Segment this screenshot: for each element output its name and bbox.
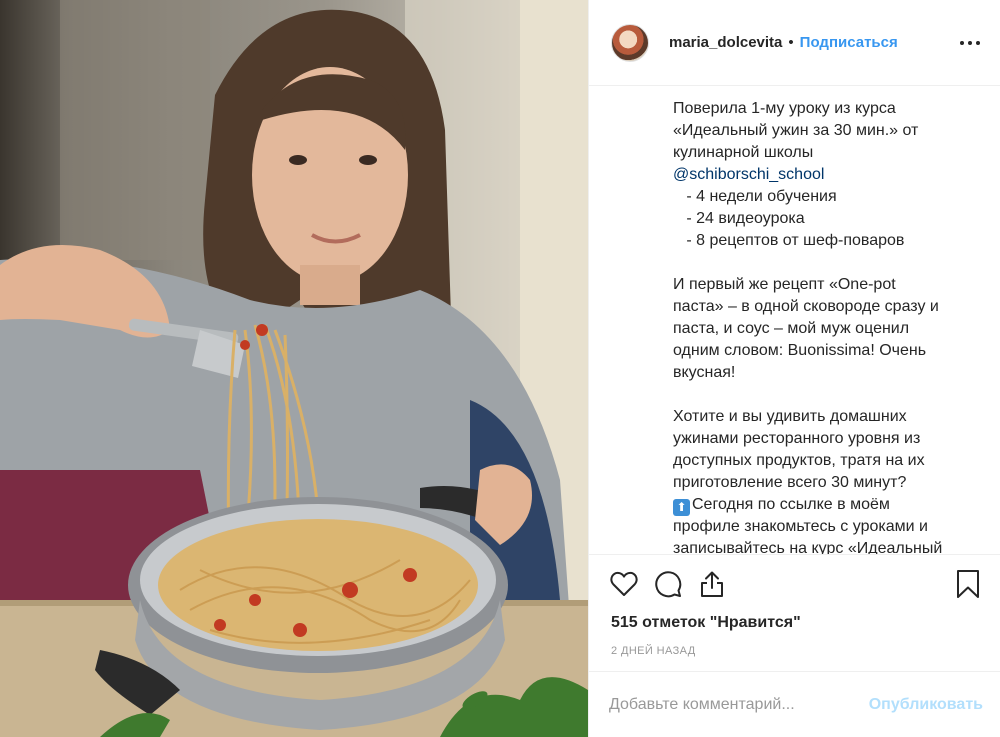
caption-line: - 24 видеоурока: [673, 210, 805, 227]
username-link[interactable]: maria_dolcevita: [669, 34, 782, 51]
photo-illustration: [0, 0, 588, 737]
caption-line-with-emoji: ⬆ Сегодня по ссылке в моём: [673, 494, 980, 516]
caption: Поверила 1-му уроку из курса «Идеальный …: [589, 86, 1000, 554]
publish-button[interactable]: Опубликовать: [869, 696, 983, 714]
comment-bar: Опубликовать: [589, 671, 1000, 737]
post-photo[interactable]: [0, 0, 588, 737]
caption-line: одним словом: Buonissima! Очень: [673, 342, 927, 359]
likes-count[interactable]: 515 отметок "Нравится": [589, 613, 1000, 633]
mention-link[interactable]: @schiborschi_school: [673, 164, 980, 186]
comment-input[interactable]: [609, 695, 869, 714]
caption-line: Поверила 1-му уроку из курса: [673, 100, 896, 117]
caption-line: приготовление всего 30 минут?: [673, 474, 907, 491]
post-actions-section: 515 отметок "Нравится" 2 дней назад: [589, 554, 1000, 657]
caption-line: ужинами ресторанного уровня из: [673, 430, 921, 447]
caption-line: - 8 рецептов от шеф-поваров: [673, 232, 905, 249]
caption-line: И первый же рецепт «One-pot: [673, 276, 896, 293]
post-header: maria_dolcevita • Подписаться: [589, 0, 1000, 86]
heart-icon[interactable]: [609, 569, 639, 599]
post-side-panel: maria_dolcevita • Подписаться Поверила 1…: [588, 0, 1000, 737]
more-options-icon[interactable]: [960, 35, 980, 51]
caption-line: вкусная!: [673, 364, 736, 381]
caption-line: паста, и соус – мой муж оценил: [673, 320, 910, 337]
action-bar: [589, 555, 1000, 613]
caption-line: - 4 недели обучения: [673, 188, 837, 205]
caption-line: «Идеальный ужин за 30 мин.» от: [673, 122, 919, 139]
avatar[interactable]: [611, 23, 649, 62]
caption-line: профиле знакомьтесь с уроками и: [673, 518, 928, 535]
share-icon[interactable]: [697, 569, 727, 599]
caption-line: записывайтесь на курс «Идеальный: [673, 540, 943, 554]
separator-dot: •: [788, 34, 794, 51]
caption-line: кулинарной школы: [673, 144, 814, 161]
follow-button[interactable]: Подписаться: [800, 34, 898, 51]
up-arrow-emoji-icon: ⬆: [673, 499, 690, 516]
caption-line: Хотите и вы удивить домашних: [673, 408, 907, 425]
comment-icon[interactable]: [653, 569, 683, 599]
caption-text: Сегодня по ссылке в моём: [692, 496, 890, 513]
post-date[interactable]: 2 дней назад: [589, 633, 1000, 657]
caption-line: паста» – в одной сковороде сразу и: [673, 298, 939, 315]
caption-line: доступных продуктов, тратя на их: [673, 452, 925, 469]
bookmark-icon[interactable]: [953, 569, 983, 599]
